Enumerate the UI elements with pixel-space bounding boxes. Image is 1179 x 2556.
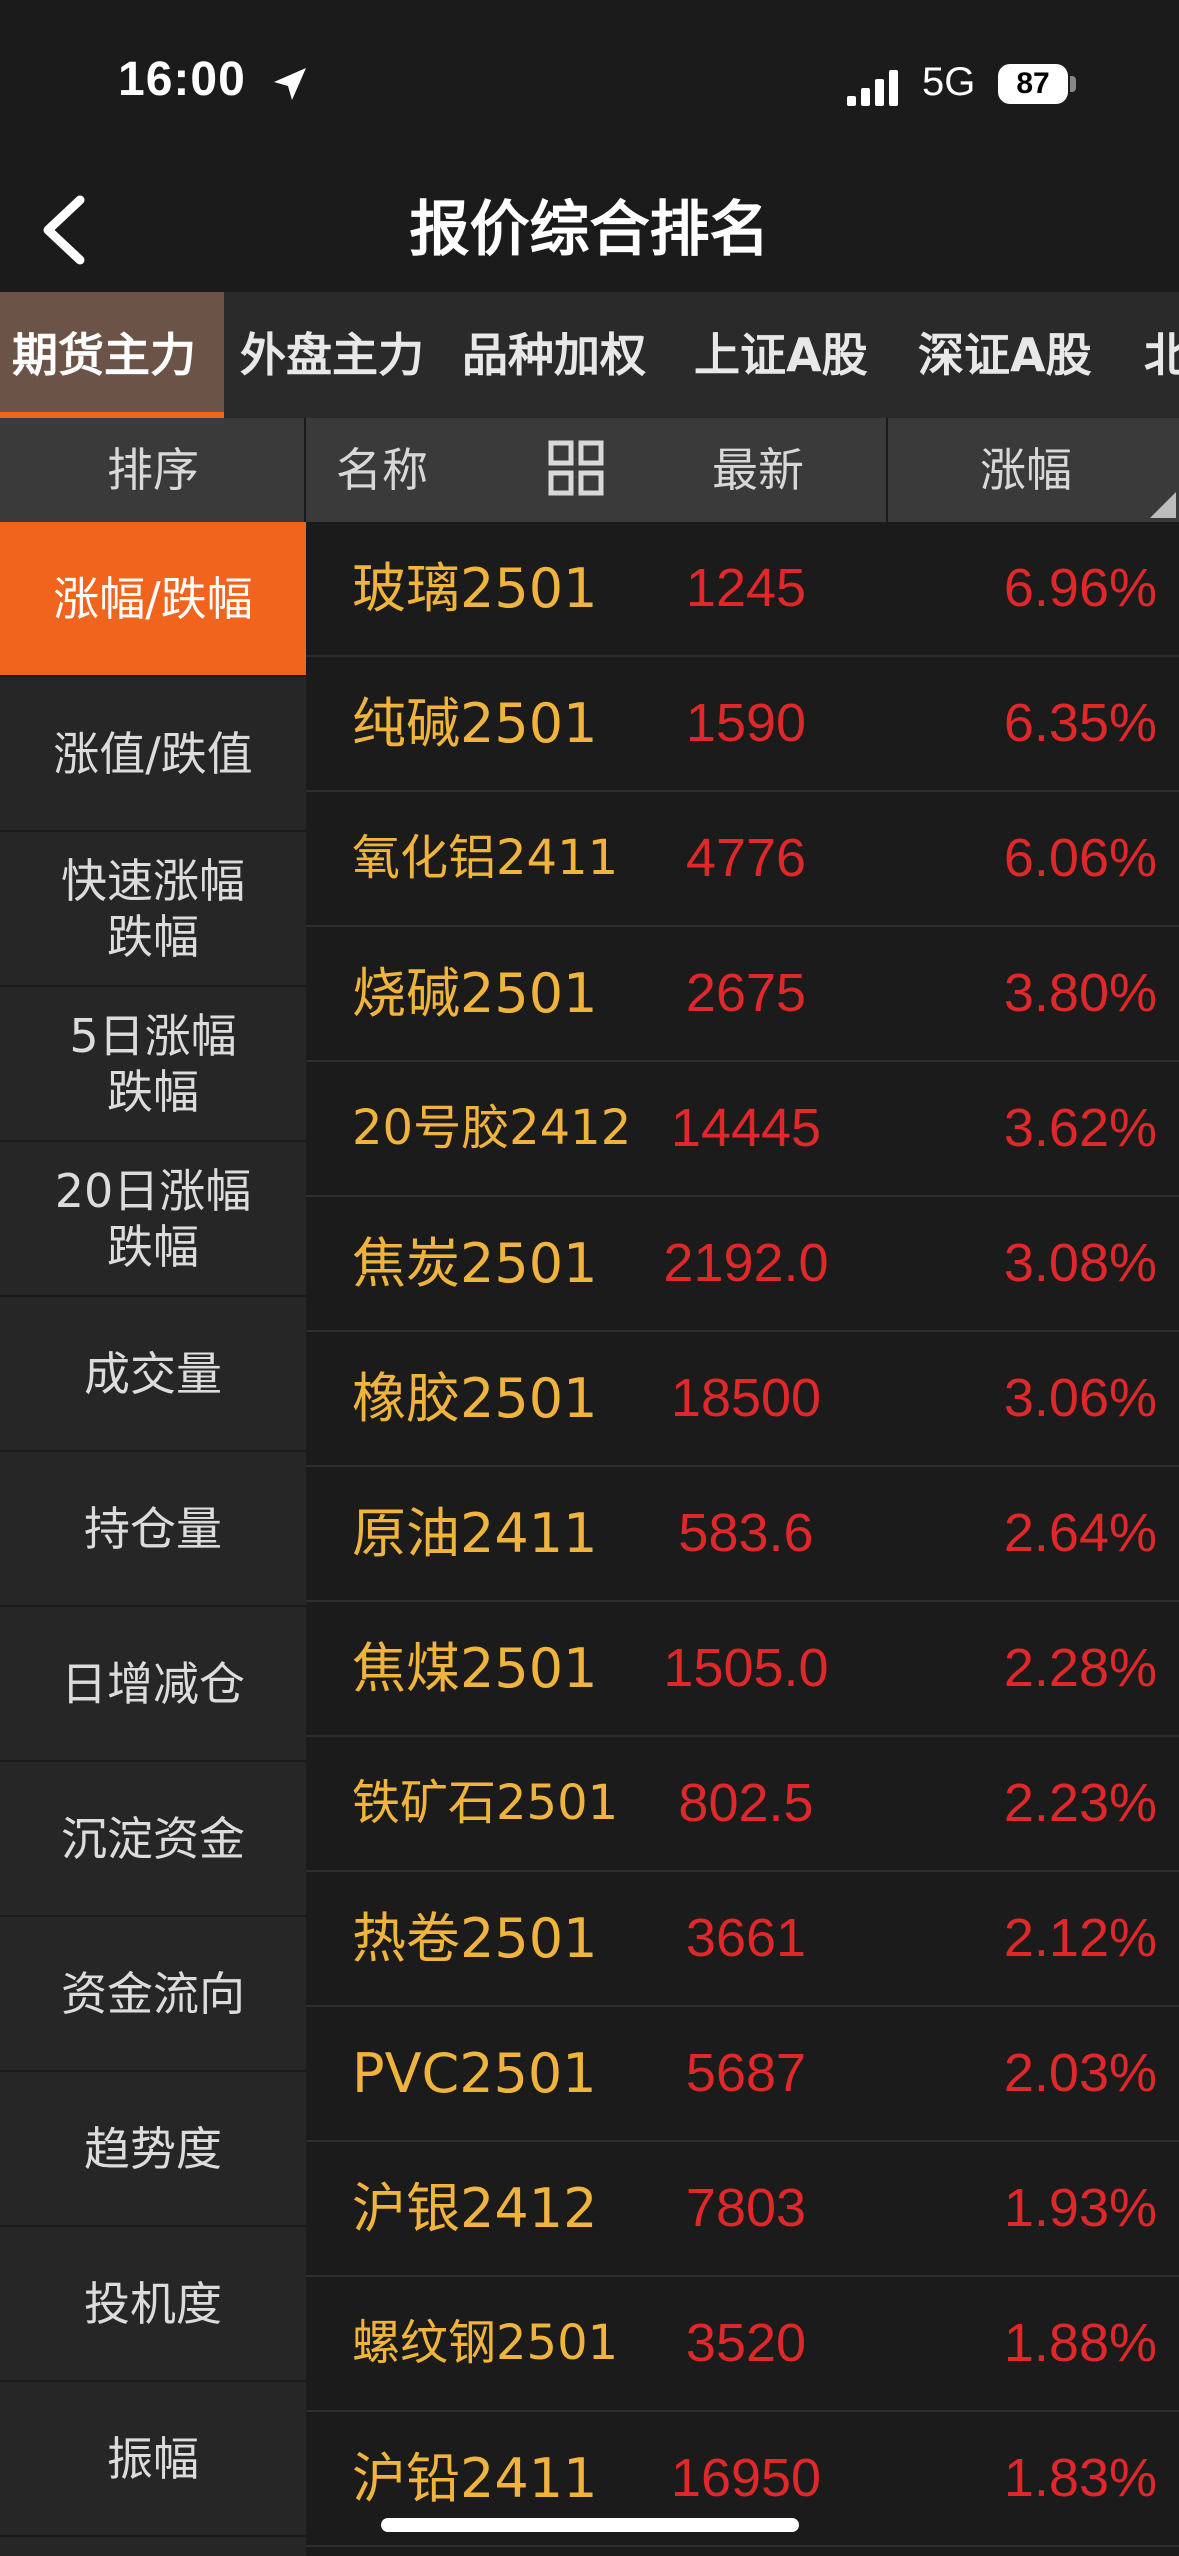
sort-indicator-icon — [1150, 492, 1176, 518]
header-change[interactable]: 涨幅 — [980, 418, 1072, 522]
tab-shenzhen-a[interactable]: 深证A股 — [906, 292, 1104, 418]
change-pct: 3.06% — [1003, 1368, 1157, 1428]
menu-item-trend[interactable]: 趋势度 — [0, 2072, 306, 2227]
table-row[interactable]: 沪银2412 7803 1.93% — [306, 2142, 1179, 2277]
latest-price: 5687 — [685, 2043, 807, 2103]
quote-table: 玻璃2501 1245 6.96% 纯碱2501 1590 6.35% 氧化铝2… — [306, 522, 1179, 2556]
header-sort: 排序 — [107, 443, 199, 497]
cellular-signal-icon — [847, 70, 898, 106]
menu-item-20day-change[interactable]: 20日涨幅 跌幅 — [0, 1142, 306, 1297]
location-arrow-icon — [274, 68, 306, 100]
change-pct: 2.23% — [1003, 1773, 1157, 1833]
latest-price: 2192.0 — [663, 1233, 829, 1293]
header-divider — [886, 418, 888, 522]
menu-item-fund-flow[interactable]: 资金流向 — [0, 1917, 306, 2072]
change-pct: 2.03% — [1003, 2043, 1157, 2103]
latest-price: 2675 — [685, 963, 807, 1023]
latest-price: 1590 — [685, 693, 807, 753]
tab-futures-main[interactable]: 期货主力 — [0, 292, 224, 418]
latest-price: 1505.0 — [663, 1638, 829, 1698]
table-row[interactable]: 原油2411 583.6 2.64% — [306, 1467, 1179, 1602]
latest-price: 14445 — [670, 1098, 822, 1158]
change-pct: 6.96% — [1003, 558, 1157, 618]
contract-name: 热卷2501 — [352, 1907, 598, 1970]
grid-view-icon[interactable] — [548, 440, 604, 496]
contract-name: 氧化铝2411 — [352, 830, 619, 886]
table-row[interactable]: 纯碱2501 1590 6.35% — [306, 657, 1179, 792]
contract-name: 橡胶2501 — [352, 1367, 598, 1430]
contract-name: PVC2501 — [352, 2042, 597, 2105]
contract-name: 铁矿石2501 — [352, 1775, 619, 1831]
contract-name: 螺纹钢2501 — [352, 2315, 619, 2371]
table-row[interactable]: 焦炭2501 2192.0 3.08% — [306, 1197, 1179, 1332]
change-pct: 2.64% — [1003, 1503, 1157, 1563]
change-pct: 3.80% — [1003, 963, 1157, 1023]
contract-name: 焦煤2501 — [352, 1637, 598, 1700]
latest-price: 18500 — [670, 1368, 822, 1428]
table-row[interactable]: 橡胶2501 18500 3.06% — [306, 1332, 1179, 1467]
menu-item-5day-change[interactable]: 5日涨幅 跌幅 — [0, 987, 306, 1142]
status-bar: 16:00 5G 87 — [0, 0, 1179, 170]
home-indicator[interactable] — [381, 2518, 799, 2532]
menu-item-amplitude[interactable]: 振幅 — [0, 2382, 306, 2537]
table-row[interactable]: 热卷2501 3661 2.12% — [306, 1872, 1179, 2007]
latest-price: 4776 — [685, 828, 807, 888]
table-row[interactable]: 20号胶2412 14445 3.62% — [306, 1062, 1179, 1197]
change-pct: 6.06% — [1003, 828, 1157, 888]
menu-item-volume[interactable]: 成交量 — [0, 1297, 306, 1452]
tab-beijing[interactable]: 北 — [1132, 292, 1179, 418]
change-pct: 2.28% — [1003, 1638, 1157, 1698]
page-title: 报价综合排名 — [409, 195, 770, 265]
contract-name: 玻璃2501 — [352, 557, 598, 620]
tab-shanghai-a[interactable]: 上证A股 — [682, 292, 880, 418]
tab-weighted[interactable]: 品种加权 — [450, 292, 658, 418]
battery-tip — [1070, 76, 1076, 92]
latest-price: 802.5 — [678, 1773, 814, 1833]
contract-name: 原油2411 — [352, 1502, 598, 1565]
change-pct: 3.62% — [1003, 1098, 1157, 1158]
change-pct: 1.93% — [1003, 2178, 1157, 2238]
menu-item-daily-oi-change[interactable]: 日增减仓 — [0, 1607, 306, 1762]
menu-item-change-value[interactable]: 涨值/跌值 — [0, 677, 306, 832]
header-name[interactable]: 名称 — [336, 418, 428, 522]
contract-name: 沪银2412 — [352, 2177, 598, 2240]
contract-name: 烧碱2501 — [352, 962, 598, 1025]
sort-menu: 涨幅/跌幅 涨值/跌值 快速涨幅 跌幅 5日涨幅 跌幅 20日涨幅 跌幅 成交量 持仓… — [0, 522, 306, 2556]
network-type: 5G — [922, 60, 976, 104]
header-divider — [304, 418, 306, 522]
header-latest[interactable]: 最新 — [712, 418, 804, 522]
latest-price: 3661 — [685, 1908, 807, 1968]
menu-item-speculation[interactable]: 投机度 — [0, 2227, 306, 2382]
menu-item-settled-funds[interactable]: 沉淀资金 — [0, 1762, 306, 1917]
latest-price: 3520 — [685, 2313, 807, 2373]
contract-name: 焦炭2501 — [352, 1232, 598, 1295]
status-time: 16:00 — [118, 53, 246, 106]
latest-price: 7803 — [685, 2178, 807, 2238]
market-tabs: 期货主力 外盘主力 品种加权 上证A股 深证A股 北 — [0, 292, 1179, 418]
tab-overseas-main[interactable]: 外盘主力 — [228, 292, 436, 418]
contract-name: 20号胶2412 — [352, 1100, 632, 1156]
latest-price: 583.6 — [678, 1503, 814, 1563]
battery-icon: 87 — [998, 64, 1068, 104]
change-pct: 2.12% — [1003, 1908, 1157, 1968]
contract-name: 纯碱2501 — [352, 692, 598, 755]
table-row[interactable]: PVC2501 5687 2.03% — [306, 2007, 1179, 2142]
battery-level: 87 — [1016, 67, 1050, 100]
table-row[interactable]: 烧碱2501 2675 3.80% — [306, 927, 1179, 1062]
latest-price: 1245 — [685, 558, 807, 618]
table-row[interactable]: 氧化铝2411 4776 6.06% — [306, 792, 1179, 927]
change-pct: 1.83% — [1003, 2448, 1157, 2508]
change-pct: 3.08% — [1003, 1233, 1157, 1293]
table-row[interactable]: 铁矿石2501 802.5 2.23% — [306, 1737, 1179, 1872]
menu-item-change-pct[interactable]: 涨幅/跌幅 — [0, 522, 306, 677]
change-pct: 6.35% — [1003, 693, 1157, 753]
table-row[interactable]: 焦煤2501 1505.0 2.28% — [306, 1602, 1179, 1737]
menu-item-fast-change[interactable]: 快速涨幅 跌幅 — [0, 832, 306, 987]
menu-item-open-interest[interactable]: 持仓量 — [0, 1452, 306, 1607]
table-row[interactable]: 玻璃2501 1245 6.96% — [306, 522, 1179, 657]
table-row[interactable]: 螺纹钢2501 3520 1.88% — [306, 2277, 1179, 2412]
change-pct: 1.88% — [1003, 2313, 1157, 2373]
